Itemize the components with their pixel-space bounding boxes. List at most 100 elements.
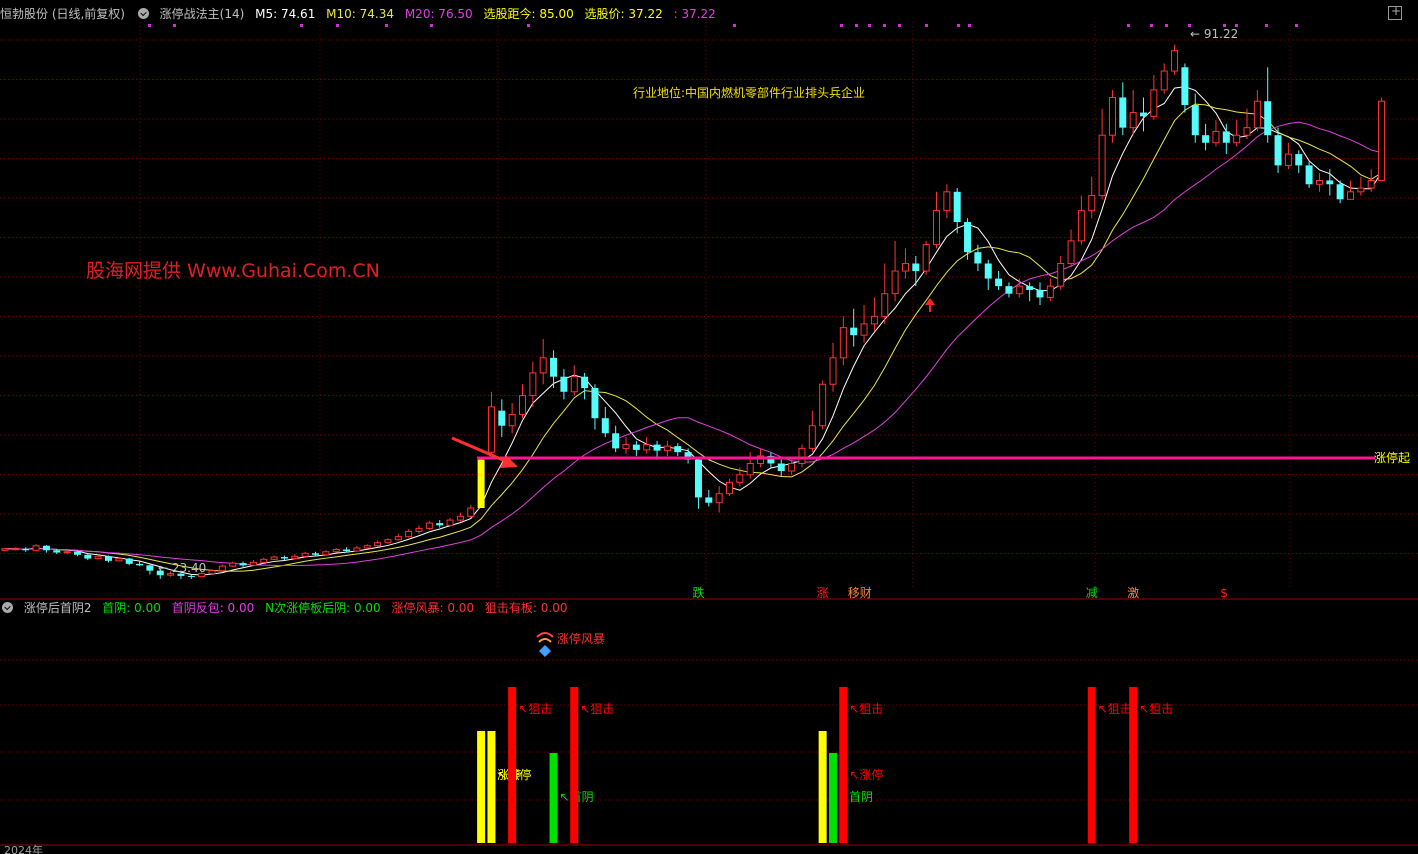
- signal-dot: [957, 24, 960, 27]
- candle-body: [1119, 97, 1127, 128]
- candle-body: [653, 444, 661, 451]
- ma5-line: [5, 86, 1382, 576]
- candle-body: [715, 493, 723, 504]
- candle-body: [487, 406, 495, 453]
- candle-body: [1274, 135, 1282, 166]
- signal-dot: [1265, 24, 1268, 27]
- candle-body: [1181, 67, 1189, 106]
- candle-body: [1222, 131, 1230, 143]
- signal-bar-label: ↖狙击: [1098, 702, 1132, 716]
- candle-body: [933, 210, 940, 246]
- signal-bar: [508, 687, 517, 843]
- candle-body: [550, 357, 558, 377]
- ma10-line: [5, 103, 1382, 572]
- candle-body: [239, 563, 247, 566]
- candle-body: [343, 549, 351, 552]
- signal-dot: [527, 24, 530, 27]
- signal-dot: [300, 24, 303, 27]
- candle-body: [384, 539, 392, 544]
- candle-body: [881, 293, 889, 317]
- candle-body: [1202, 135, 1210, 143]
- candle-body: [1171, 50, 1179, 72]
- signal-dot: [385, 24, 388, 27]
- candle-body: [508, 413, 516, 427]
- signal-dot: [1223, 24, 1226, 27]
- candle-body: [1243, 127, 1251, 136]
- signal-bar-label: ↖涨停: [849, 767, 883, 782]
- year-label: 2024年: [4, 843, 43, 854]
- candle-body: [663, 445, 671, 452]
- up-arrow-icon: [925, 298, 935, 305]
- candle-body: [1315, 179, 1323, 185]
- candle-body: [839, 327, 847, 359]
- signal-bar: [549, 753, 558, 843]
- candle-body: [1098, 134, 1106, 197]
- candle-body: [456, 515, 464, 521]
- candle-body: [819, 383, 827, 427]
- candle-body: [829, 357, 837, 385]
- candle-body: [1326, 180, 1334, 185]
- storm-label: 涨停风暴: [557, 631, 605, 646]
- kline-chart[interactable]: 涨停起← 91.22← 23.40跌涨移财减激$ ↖涨停↖涨停↖狙击↖首阴↖狙击…: [0, 0, 1418, 854]
- limit-up-label: 涨停起: [1374, 450, 1410, 465]
- signal-bar: [1129, 687, 1138, 843]
- ma20-line: [5, 121, 1382, 567]
- candle-body: [53, 550, 61, 553]
- candle-body: [1367, 179, 1375, 189]
- candle-body: [436, 523, 444, 526]
- candle-body: [1347, 191, 1354, 200]
- candle-body: [570, 376, 578, 393]
- signal-dot: [1235, 24, 1238, 27]
- candle-body: [1057, 262, 1065, 287]
- candle-body: [146, 565, 154, 571]
- candle-body: [519, 395, 526, 415]
- candle-body: [280, 557, 288, 559]
- signal-dot: [898, 24, 901, 27]
- candle-body: [1336, 184, 1344, 200]
- candle-body: [477, 459, 485, 509]
- candle-body: [1140, 112, 1147, 117]
- candle-body: [405, 530, 413, 538]
- signal-bar-label: ↖狙击: [518, 702, 552, 716]
- candle-body: [694, 459, 702, 498]
- candle-body: [218, 565, 226, 572]
- signal-dot: [925, 24, 928, 27]
- candle-body: [1005, 286, 1013, 294]
- candle-body: [332, 549, 340, 553]
- signal-dot: [173, 24, 176, 27]
- candle-body: [1160, 70, 1168, 91]
- candle-body: [94, 555, 102, 560]
- candle-body: [374, 542, 382, 547]
- candle-body: [249, 561, 257, 566]
- candle-body: [1129, 112, 1137, 129]
- signal-dot: [968, 24, 971, 27]
- candle-body: [301, 552, 309, 557]
- candle-body: [84, 554, 92, 559]
- signal-bar: [1087, 687, 1096, 843]
- candle-body: [229, 562, 237, 567]
- candle-body: [746, 462, 754, 476]
- signal-dot: [1127, 24, 1130, 27]
- candle-body: [1108, 96, 1116, 136]
- candle-body: [1284, 153, 1292, 166]
- signal-marker: 移财: [848, 586, 872, 600]
- signal-marker: 跌: [692, 585, 704, 600]
- signal-dot: [855, 24, 858, 27]
- signal-dot: [840, 24, 843, 27]
- candle-body: [63, 551, 71, 554]
- candle-body: [1305, 165, 1313, 185]
- candle-body: [125, 558, 133, 564]
- signal-bar-label: ↖狙击: [580, 702, 614, 716]
- candle-body: [1, 548, 9, 551]
- signal-bar: [818, 731, 827, 843]
- candle-body: [974, 252, 982, 264]
- candle-body: [425, 522, 433, 529]
- candle-body: [32, 545, 40, 551]
- signal-marker: 涨: [817, 585, 829, 600]
- signal-bar-label: ↖狙击: [849, 702, 883, 716]
- candle-body: [912, 263, 920, 272]
- candle-body: [11, 548, 19, 551]
- signal-dot: [1188, 24, 1191, 27]
- candle-body: [632, 444, 640, 450]
- candle-body: [270, 556, 278, 560]
